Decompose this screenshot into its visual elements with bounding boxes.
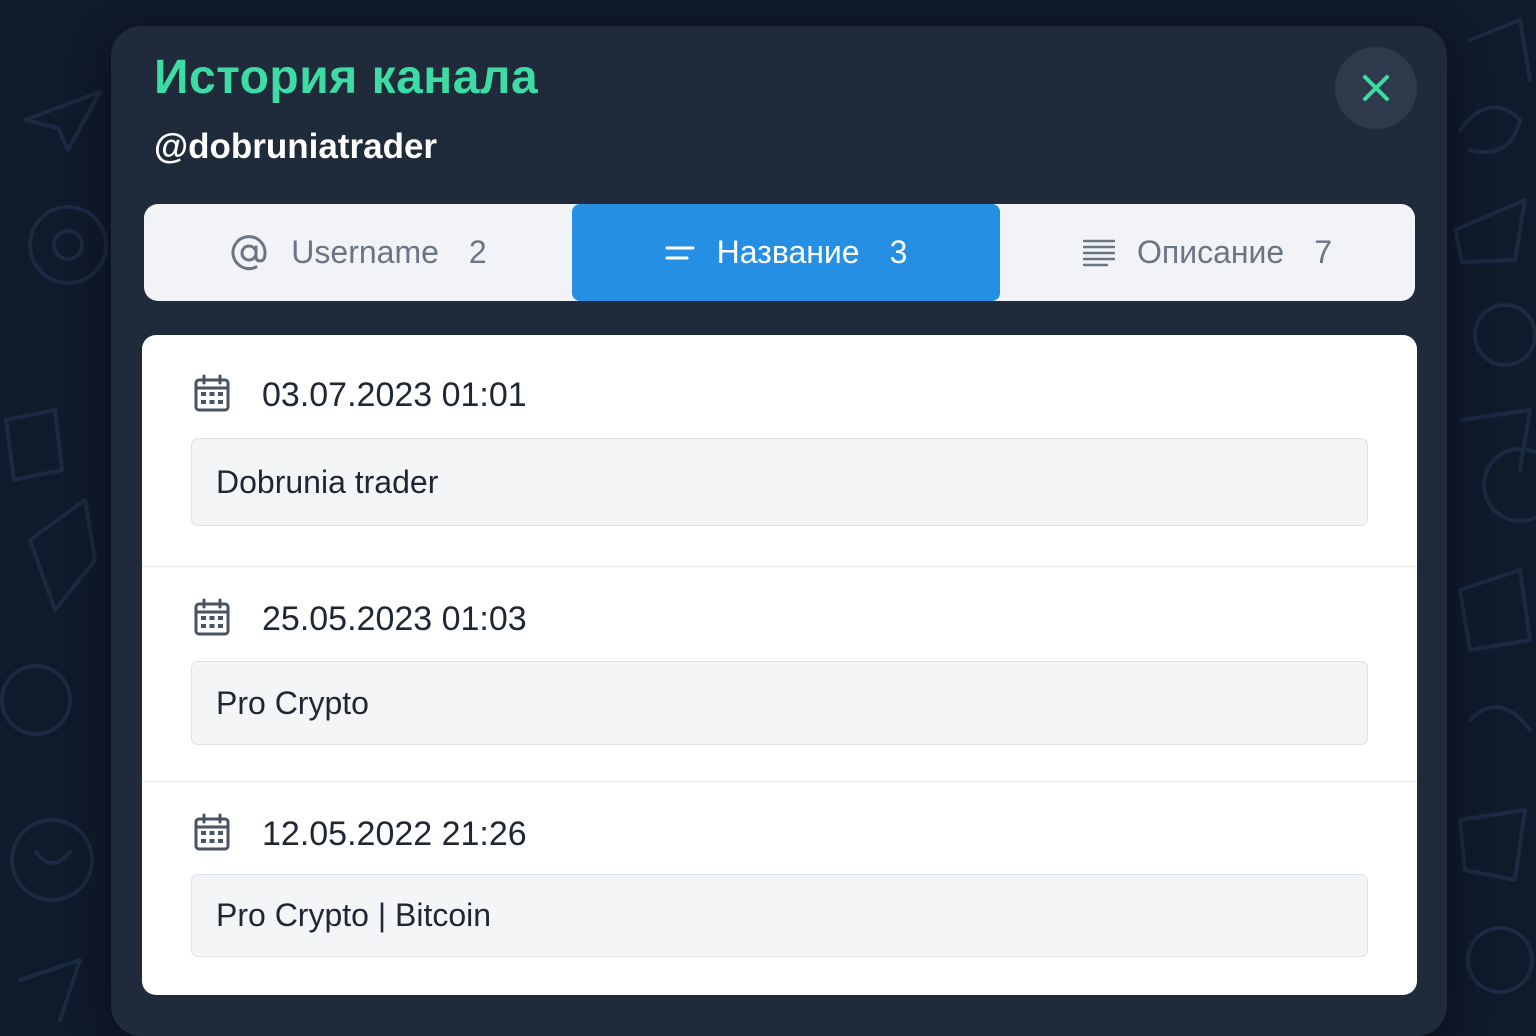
tab-username-count: 2 [468,234,487,270]
tab-username[interactable]: Username 2 [144,204,572,301]
history-entry-value: Pro Crypto | Bitcoin [191,874,1368,957]
tab-title-label: Название [716,234,860,270]
description-lines-icon [1082,239,1115,267]
calendar-icon [194,598,230,641]
close-button[interactable] [1335,47,1417,129]
close-icon [1363,75,1389,101]
history-entry-value: Pro Crypto [191,661,1368,745]
tab-description-label: Описание [1136,234,1285,270]
tab-username-label: Username [291,234,439,270]
modal-title: История канала [154,51,539,104]
calendar-icon [194,374,230,417]
history-entry-value: Dobrunia trader [191,438,1368,526]
calendar-icon [194,813,230,856]
history-entry-date-row: 12.05.2022 21:26 [194,813,527,856]
history-entry-date: 25.05.2023 01:03 [262,599,527,638]
tab-title-count: 3 [889,234,908,270]
channel-history-modal: История канала @dobruniatrader Username … [111,26,1447,1036]
divider [142,566,1417,567]
divider [142,781,1417,782]
history-entry-date-row: 03.07.2023 01:01 [194,374,527,417]
history-tabs: Username 2 Название 3 Описание 7 [144,204,1415,301]
channel-username: @dobruniatrader [154,127,438,166]
tab-description[interactable]: Описание 7 [1000,204,1415,301]
at-sign-icon [229,233,269,273]
history-entry-date-row: 25.05.2023 01:03 [194,598,527,641]
title-lines-icon [665,245,695,261]
history-entry-date: 03.07.2023 01:01 [262,375,527,414]
tab-description-count: 7 [1314,234,1333,270]
history-list: 03.07.2023 01:01 Dobrunia trader 25.05.2… [142,335,1417,995]
tab-title[interactable]: Название 3 [572,204,1000,301]
history-entry-date: 12.05.2022 21:26 [262,814,527,853]
